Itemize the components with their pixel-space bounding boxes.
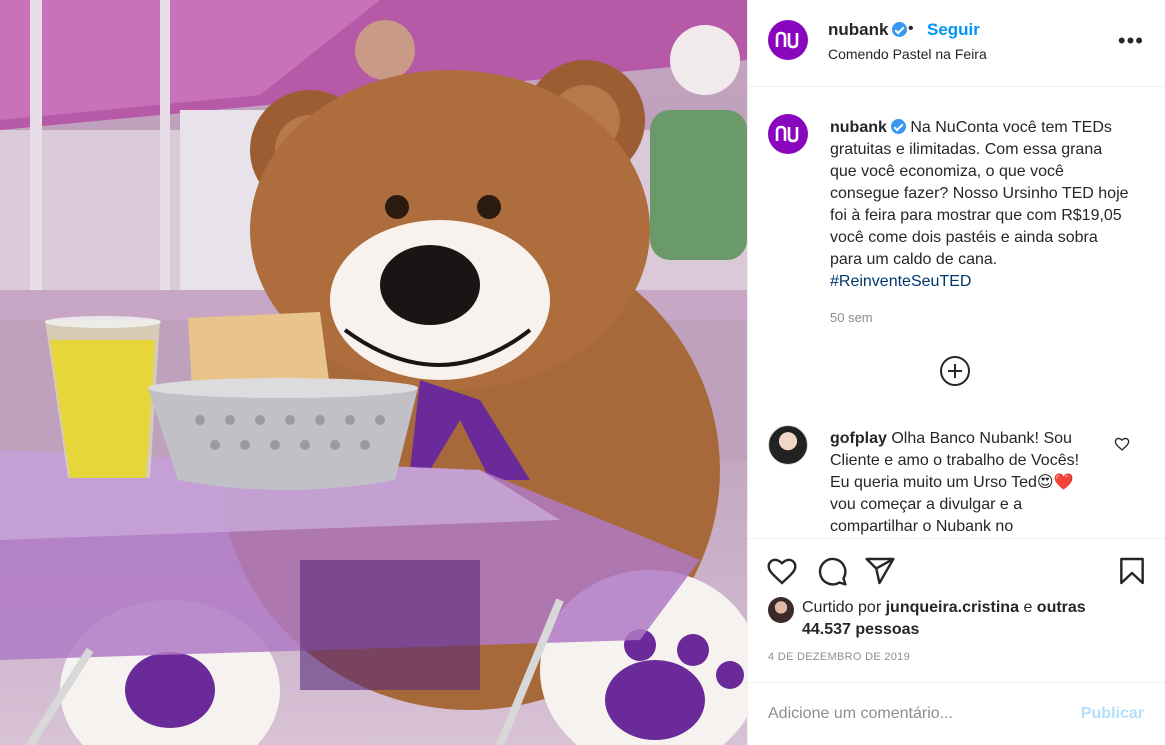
likes-connector: e xyxy=(1023,599,1033,616)
caption-avatar[interactable] xyxy=(768,114,808,154)
header-username[interactable]: nubank xyxy=(828,20,908,40)
add-comment-bar: Publicar xyxy=(748,682,1165,745)
publish-button[interactable]: Publicar xyxy=(1081,705,1144,723)
comment-input[interactable] xyxy=(768,701,1068,727)
comments-section[interactable]: nubank Na NuConta você tem TEDs gratuita… xyxy=(748,88,1165,538)
teddy-bear-photo xyxy=(0,0,747,745)
post-photo[interactable] xyxy=(0,0,747,745)
location-link[interactable]: Comendo Pastel na Feira xyxy=(828,46,987,62)
likes-prefix: Curtido por xyxy=(802,599,882,616)
nubank-logo-icon xyxy=(775,31,799,49)
liker-username[interactable]: junqueira.cristina xyxy=(886,599,1019,616)
commenter-avatar[interactable] xyxy=(768,425,808,465)
post-caption: nubank Na NuConta você tem TEDs gratuita… xyxy=(830,117,1130,293)
hashtag-link[interactable]: #ReinventeSeuTED xyxy=(830,273,971,290)
follow-button[interactable]: Seguir xyxy=(927,20,980,40)
caption-username[interactable]: nubank xyxy=(830,119,887,136)
comment-icon[interactable] xyxy=(816,555,848,587)
heart-icon[interactable] xyxy=(766,555,798,587)
separator-dot: • xyxy=(908,20,914,37)
post-side-panel: nubank • Seguir Comendo Pastel na Feira … xyxy=(747,0,1165,745)
comment-item: gofplay Olha Banco Nubank! Sou Cliente e… xyxy=(830,428,1098,538)
more-icon[interactable]: ••• xyxy=(1118,30,1144,52)
liker-avatar[interactable] xyxy=(768,597,794,623)
post-view: nubank • Seguir Comendo Pastel na Feira … xyxy=(0,0,1165,745)
verified-icon xyxy=(890,119,906,134)
commenter-username[interactable]: gofplay xyxy=(830,430,887,447)
share-icon[interactable] xyxy=(864,555,896,587)
post-header: nubank • Seguir Comendo Pastel na Feira … xyxy=(748,0,1165,87)
verified-icon xyxy=(892,22,908,37)
caption-time[interactable]: 50 sem xyxy=(830,310,873,325)
post-date[interactable]: 4 de dezembro de 2019 xyxy=(768,651,910,663)
likes-summary: Curtido por junqueira.cristina e outras … xyxy=(802,597,1132,641)
post-actions: Curtido por junqueira.cristina e outras … xyxy=(748,538,1165,700)
add-icon[interactable] xyxy=(940,356,970,386)
heart-icon[interactable] xyxy=(1114,436,1130,452)
header-username-text[interactable]: nubank xyxy=(828,20,888,39)
bookmark-icon[interactable] xyxy=(1116,555,1148,587)
caption-text: Na NuConta você tem TEDs gratuitas e ili… xyxy=(830,119,1129,268)
nubank-avatar[interactable] xyxy=(768,20,808,60)
nubank-logo-icon xyxy=(775,125,799,143)
